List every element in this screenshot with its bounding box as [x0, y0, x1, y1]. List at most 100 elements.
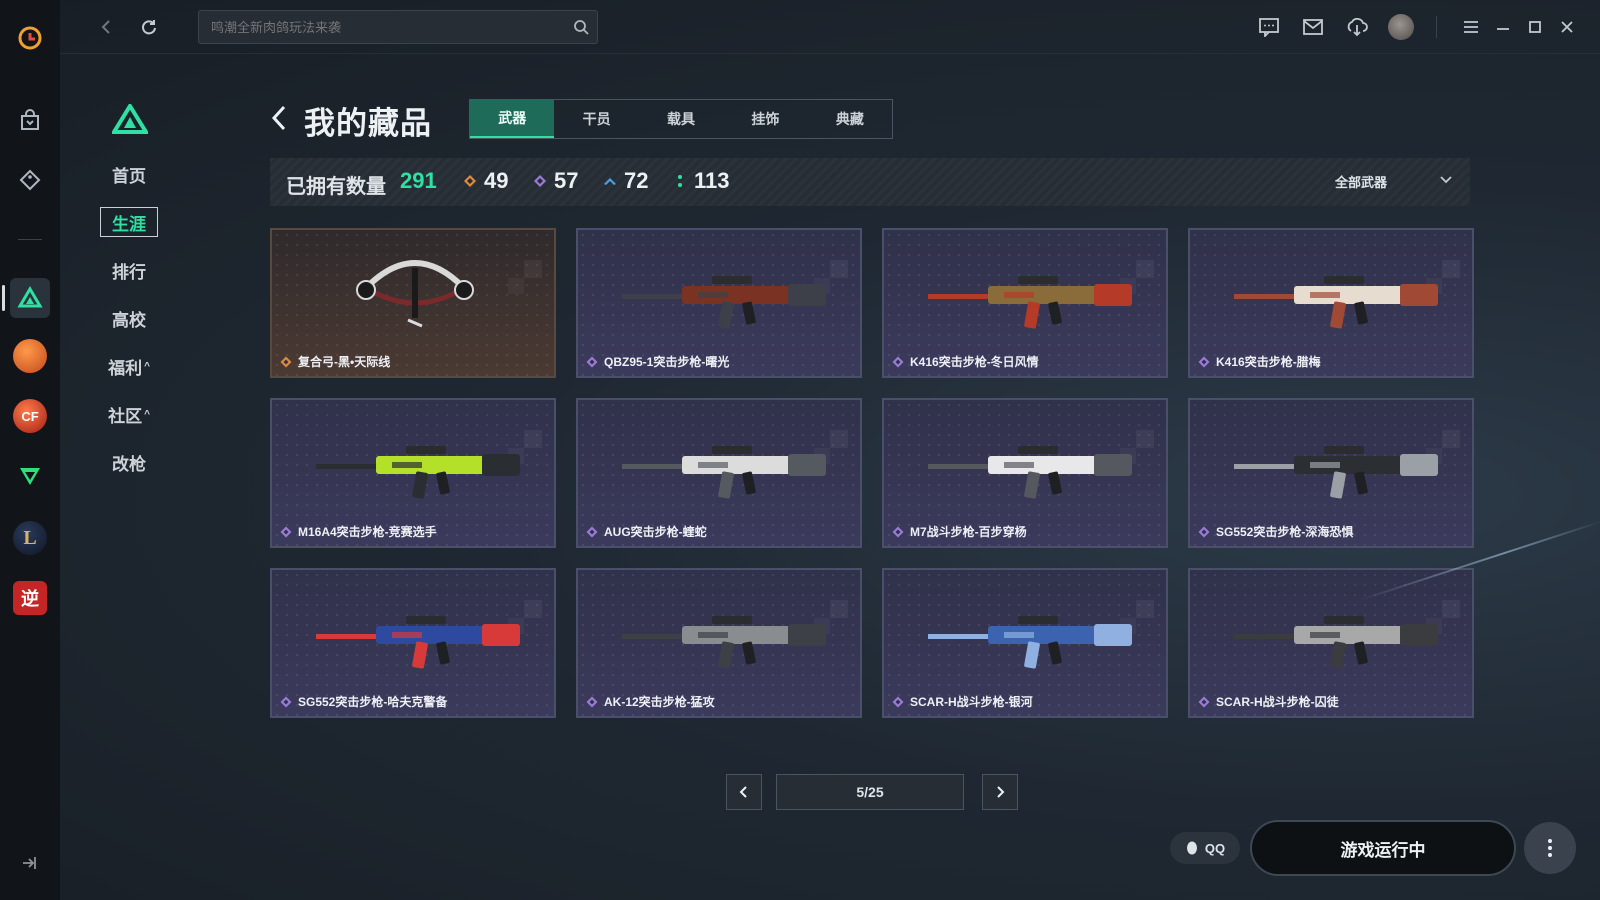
chat-icon[interactable]	[1256, 14, 1282, 40]
weapon-filter-select[interactable]: 全部武器	[1335, 172, 1387, 191]
weapon-card-label-row: QBZ95-1突击步枪-曙光	[586, 353, 729, 370]
qq-login-button[interactable]: QQ	[1170, 832, 1240, 864]
tab-weapons[interactable]: 武器	[470, 100, 555, 138]
weapon-card[interactable]: K416突击步枪-冬日风情	[882, 228, 1168, 378]
minimize-icon[interactable]	[1490, 14, 1516, 40]
top-bar	[60, 0, 1600, 54]
rifle-image	[908, 418, 1146, 514]
weapon-card-label-row: AK-12突击步枪-猛攻	[586, 693, 715, 710]
purple-diamond-icon	[1198, 526, 1210, 538]
weapon-card-label-row: AUG突击步枪-蝰蛇	[586, 523, 707, 540]
rifle-image	[1214, 418, 1452, 514]
compound-bow-image	[296, 248, 534, 344]
weapon-card-label-row: SG552突击步枪-哈夫克警备	[280, 693, 447, 710]
ni-game-icon[interactable]: 逆	[10, 578, 50, 618]
page-indicator: 5/25	[776, 774, 964, 810]
mail-icon[interactable]	[1300, 14, 1326, 40]
next-page-button[interactable]	[982, 774, 1018, 810]
sidenav-item-home[interactable]: 首页	[100, 159, 158, 189]
left-rail: CF L 逆	[0, 0, 60, 900]
rarity-count-blue: 72	[602, 168, 648, 194]
download-icon[interactable]	[1344, 14, 1370, 40]
search-icon[interactable]	[573, 19, 589, 40]
owned-count: 291	[400, 168, 437, 193]
blue-chevron-icon	[602, 173, 618, 189]
stats-bar: 已拥有数量 291 49 57 72 113 全部武器	[270, 158, 1470, 206]
weapon-card-label-row: M16A4突击步枪-竞赛选手	[280, 523, 437, 540]
rail-active-indicator	[2, 285, 5, 311]
sidenav-item-college[interactable]: 高校	[100, 303, 158, 333]
weapon-card-label-row: M7战斗步枪-百步穿杨	[892, 523, 1027, 540]
basketball-game-icon[interactable]	[10, 336, 50, 376]
chevron-up-icon: ^	[144, 360, 150, 372]
rarity-count-green: 113	[672, 168, 730, 194]
purple-diamond-icon	[586, 696, 598, 708]
category-tabs: 武器 干员 载具 挂饰 典藏	[469, 99, 893, 139]
rifle-image	[602, 248, 840, 344]
tab-collection[interactable]: 典藏	[808, 100, 892, 138]
prev-page-button[interactable]	[726, 774, 762, 810]
weapon-name: SG552突击步枪-哈夫克警备	[298, 695, 448, 709]
store-bag-icon[interactable]	[10, 100, 50, 140]
weapon-card[interactable]: AK-12突击步枪-猛攻	[576, 568, 862, 718]
user-avatar[interactable]	[1388, 14, 1414, 40]
weapon-card[interactable]: K416突击步枪-腊梅	[1188, 228, 1474, 378]
weapon-card[interactable]: 复合弓-黑•天际线	[270, 228, 556, 378]
sidenav-item-ranking[interactable]: 排行	[100, 255, 158, 285]
chevron-down-icon[interactable]	[1438, 172, 1454, 193]
purple-diamond-icon	[280, 696, 292, 708]
weapon-name: AK-12突击步枪-猛攻	[604, 695, 715, 709]
vertical-dots-icon	[1548, 839, 1552, 857]
weapon-card[interactable]: SG552突击步枪-深海恐惧	[1188, 398, 1474, 548]
sidenav-item-community[interactable]: 社区 ^	[100, 399, 158, 429]
menu-icon[interactable]	[1458, 14, 1484, 40]
delta-force-game-icon[interactable]	[10, 278, 50, 318]
tab-charms[interactable]: 挂饰	[723, 100, 807, 138]
tag-icon[interactable]	[10, 160, 50, 200]
back-nav-icon[interactable]	[94, 14, 120, 40]
game-running-button[interactable]: 游戏运行中	[1250, 820, 1516, 876]
weapon-card[interactable]: QBZ95-1突击步枪-曙光	[576, 228, 862, 378]
rarity-count-orange: 49	[462, 168, 508, 194]
page-title: 我的藏品	[304, 106, 432, 141]
refresh-icon[interactable]	[136, 14, 162, 40]
purple-diamond-icon	[1198, 696, 1210, 708]
purple-diamond-icon	[892, 526, 904, 538]
weapon-name: AUG突击步枪-蝰蛇	[604, 525, 707, 539]
weapon-card[interactable]: M16A4突击步枪-竞赛选手	[270, 398, 556, 548]
sidenav-item-gunsmith[interactable]: 改枪	[100, 447, 158, 477]
tab-operators[interactable]: 干员	[554, 100, 638, 138]
rifle-image	[908, 248, 1146, 344]
tab-vehicles[interactable]: 载具	[639, 100, 723, 138]
close-icon[interactable]	[1554, 14, 1580, 40]
purple-diamond-icon	[586, 526, 598, 538]
purple-diamond-icon	[532, 173, 548, 189]
delta-force-logo-icon	[110, 102, 150, 139]
purple-diamond-icon	[892, 696, 904, 708]
weapon-name: K416突击步枪-冬日风情	[910, 355, 1039, 369]
rifle-image	[296, 588, 534, 684]
weapon-card[interactable]: M7战斗步枪-百步穿杨	[882, 398, 1168, 548]
maximize-icon[interactable]	[1522, 14, 1548, 40]
weapon-name: SCAR-H战斗步枪-囚徒	[1216, 695, 1339, 709]
valorant-style-game-icon[interactable]	[10, 456, 50, 496]
weapon-name: SG552突击步枪-深海恐惧	[1216, 525, 1354, 539]
rifle-image	[296, 418, 534, 514]
crossfire-game-icon[interactable]: CF	[10, 396, 50, 436]
rarity-count-purple: 57	[532, 168, 578, 194]
app-window: CF L 逆 鸣潮全新肉鸽玩法来袭 首页 生涯 排行 高校 福利 ^ 社区 ^ …	[0, 0, 1600, 900]
more-options-button[interactable]	[1524, 822, 1576, 874]
rifle-image	[602, 588, 840, 684]
sidenav-item-career[interactable]: 生涯	[100, 207, 158, 237]
back-arrow-icon[interactable]	[270, 104, 288, 137]
weapon-name: SCAR-H战斗步枪-银河	[910, 695, 1033, 709]
search-input[interactable]	[199, 11, 597, 43]
collapse-sidebar-icon[interactable]	[18, 852, 40, 879]
weapon-card[interactable]: SCAR-H战斗步枪-囚徒	[1188, 568, 1474, 718]
app-logo-icon[interactable]	[10, 18, 50, 58]
sidenav-item-welfare[interactable]: 福利 ^	[100, 351, 158, 381]
weapon-card[interactable]: SCAR-H战斗步枪-银河	[882, 568, 1168, 718]
league-game-icon[interactable]: L	[10, 518, 50, 558]
weapon-card[interactable]: SG552突击步枪-哈夫克警备	[270, 568, 556, 718]
weapon-card[interactable]: AUG突击步枪-蝰蛇	[576, 398, 862, 548]
